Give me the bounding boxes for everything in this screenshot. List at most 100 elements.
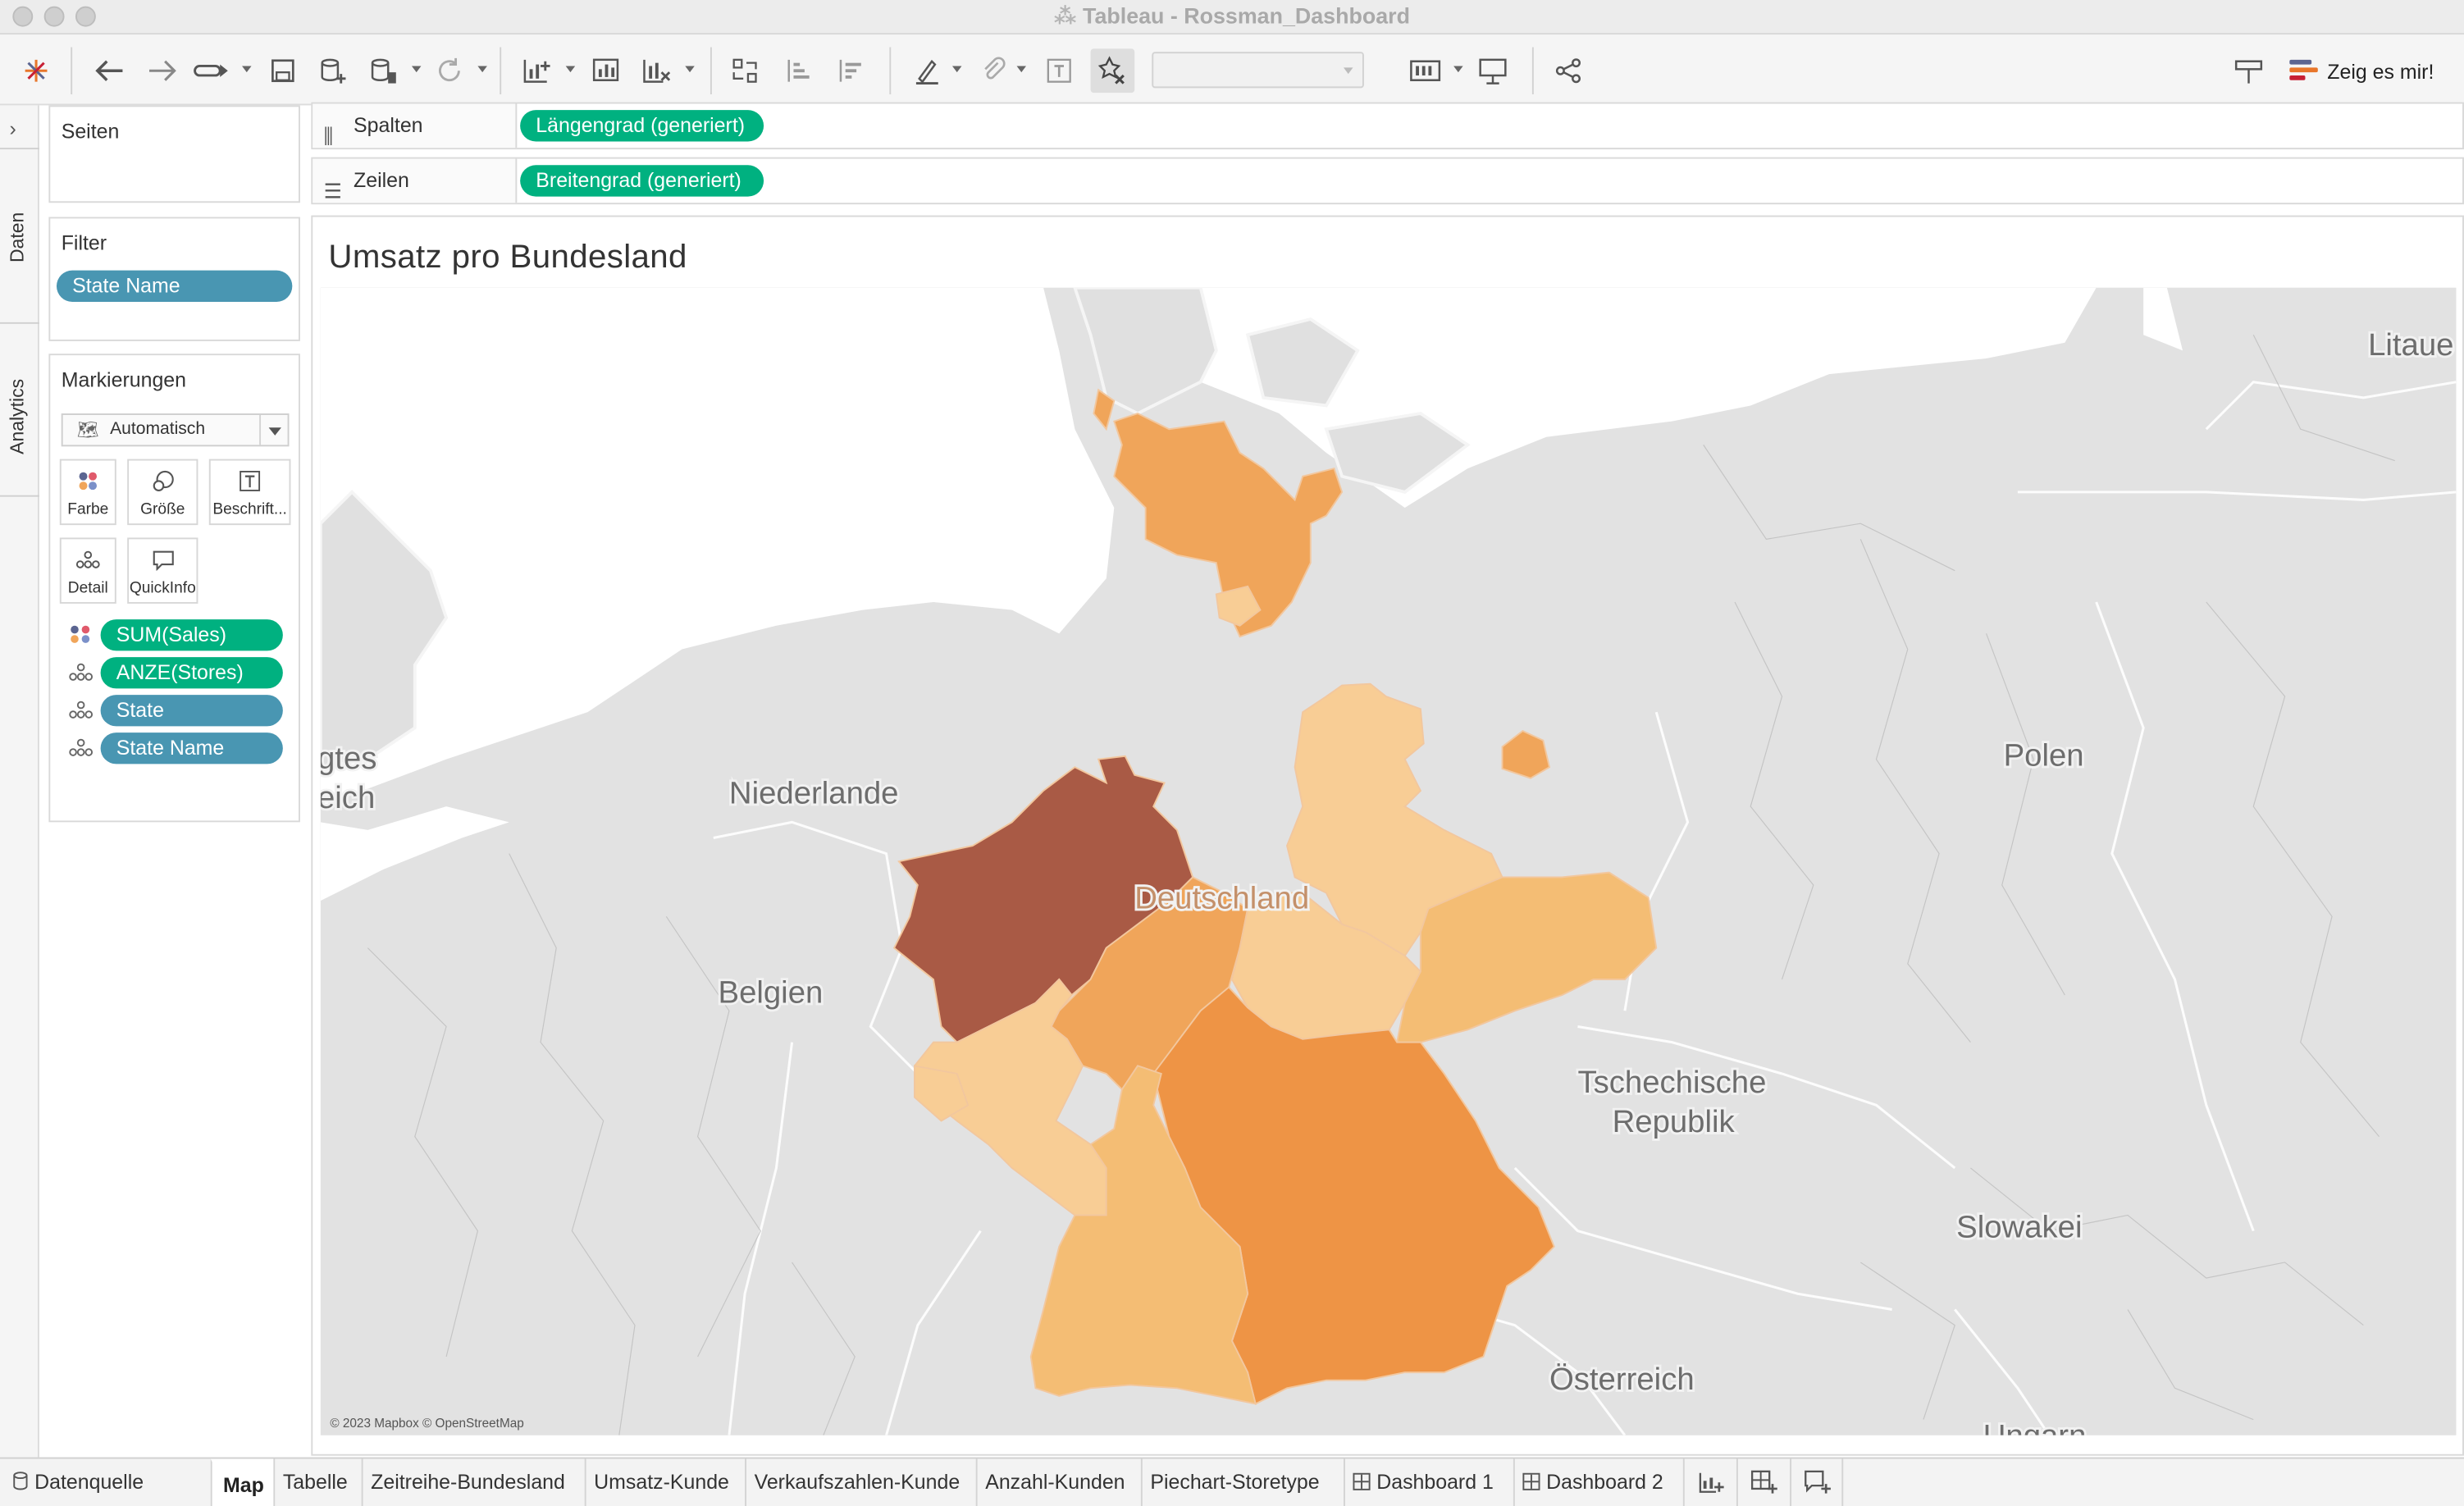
clear-sheet-icon[interactable] [638,52,676,89]
new-datasource-icon[interactable] [314,52,352,89]
map-label-slovakia: Slowakei [1956,1209,2082,1244]
save-icon[interactable] [264,52,302,89]
columns-pill-longitude[interactable]: Längengrad (generiert) [520,110,764,142]
tab-sheet-anzahl-kunden[interactable]: Anzahl-Kunden [975,1458,1133,1506]
map-label-lithuania: Litaue [2368,327,2453,363]
map-label-netherlands: Niederlande [729,775,899,810]
side-tab-strip: › Daten Analytics [0,105,39,1458]
pin-icon[interactable] [2230,52,2268,89]
filter-card-title: Filter [61,230,107,255]
map-attribution[interactable]: © 2023 Mapbox © OpenStreetMap [330,1417,523,1431]
undo-icon[interactable] [91,52,129,89]
color-icon [62,470,115,492]
window-title: ⁂ Tableau - Rossman_Dashboard [1053,2,1411,29]
text-label-icon [211,470,290,492]
marks-card: Markierungen 🗺 Automatisch Farbe Größe B… [48,354,300,823]
columns-shelf-label: ⫼ Spalten [313,103,518,148]
presentation-icon[interactable] [1474,52,1512,89]
detail-encoding-icon [69,738,94,758]
tooltip-icon [129,549,196,571]
refresh-icon[interactable] [431,52,468,89]
pages-card-title: Seiten [61,119,120,144]
detail-encoding-icon [69,701,94,720]
marks-field-sum-sales[interactable]: SUM(Sales) [100,619,283,651]
map-label-germany: Deutschland [1134,881,1309,916]
group-icon[interactable] [974,52,1012,89]
fit-icon[interactable] [1408,52,1446,89]
detail-mark-button[interactable]: Detail [59,537,116,604]
sort-descending-icon[interactable] [833,52,870,89]
fit-dropdown[interactable] [1152,52,1364,89]
map-label-austria: Österreich [1549,1362,1695,1397]
tableau-logo-icon[interactable] [17,52,55,89]
map-view[interactable]: gtes eich Niederlande Belgien Deutschlan… [320,287,2457,1435]
tab-sheet-zeitreihe-bundesland[interactable]: Zeitreihe-Bundesland [361,1458,573,1506]
sort-ascending-icon[interactable] [781,52,819,89]
map-canvas[interactable]: gtes eich Niederlande Belgien Deutschlan… [320,287,2457,1435]
show-me-button[interactable]: Zeig es mir! [2289,53,2434,88]
label-mark-button[interactable]: Beschrift... [208,459,291,526]
duplicate-sheet-icon[interactable] [588,52,626,89]
map-mark-icon: 🗺 [76,421,99,440]
marks-field-count-stores[interactable]: ANZE(Stores) [100,657,283,689]
share-icon[interactable] [1549,52,1587,89]
size-icon [129,470,196,492]
main-toolbar: Zeig es mir! [0,34,2464,106]
tab-dashboard-2[interactable]: Dashboard 2 [1513,1458,1671,1506]
marks-field-state-name[interactable]: State Name [100,732,283,764]
swap-icon[interactable] [728,52,765,89]
tab-datasource[interactable]: Datenquelle [0,1459,152,1506]
tab-sheet-piechart-storetype[interactable]: Piechart-Storetype [1140,1458,1327,1506]
rows-pill-latitude[interactable]: Breitengrad (generiert) [520,165,764,197]
filter-pill-state-name[interactable]: State Name [56,270,293,302]
redo-icon[interactable] [143,52,180,89]
datasource-icon [13,1472,28,1490]
map-label-czech-1: Tschechische [1577,1065,1766,1100]
pages-card: Seiten [48,105,300,203]
map-label-uk-2: eich [321,780,375,815]
tab-sheet-umsatz-kunde[interactable]: Umsatz-Kunde [584,1458,737,1506]
viz-title: Umsatz pro Bundesland [328,239,687,276]
color-mark-button[interactable]: Farbe [59,459,116,526]
detail-encoding-icon [69,663,94,682]
marks-card-title: Markierungen [61,367,187,392]
mark-type-dropdown[interactable]: 🗺 Automatisch [61,413,290,447]
new-dashboard-icon [1750,1470,1777,1494]
rows-icon: ☰ [323,179,342,203]
new-story-icon [1805,1470,1831,1494]
filter-card: Filter State Name [48,217,300,341]
map-label-uk-1: gtes [321,741,377,776]
color-encoding-icon [69,625,94,645]
expand-chevron-icon[interactable]: › [9,116,16,140]
rows-shelf-label: ☰ Zeilen [313,158,518,203]
columns-icon: ⫼ [323,124,334,148]
replay-icon[interactable] [194,52,231,89]
pause-updates-icon[interactable] [364,52,402,89]
new-worksheet-tab-button[interactable] [1682,1458,1736,1506]
new-story-tab-button[interactable] [1790,1458,1844,1506]
sheet-tab-bar: Datenquelle Map Tabelle Zeitreihe-Bundes… [0,1457,2464,1506]
size-mark-button[interactable]: Größe [127,459,198,526]
new-dashboard-tab-button[interactable] [1736,1458,1790,1506]
show-me-icon [2289,59,2318,82]
dashboard-icon [1522,1472,1540,1490]
dashboard-icon [1353,1472,1371,1490]
tab-dashboard-1[interactable]: Dashboard 1 [1344,1458,1501,1506]
fix-axes-icon[interactable] [1090,48,1135,94]
map-label-czech-2: Republik [1613,1104,1736,1139]
tab-sheet-map[interactable]: Map [210,1458,276,1506]
tab-sheet-tabelle[interactable]: Tabelle [273,1458,355,1506]
tab-sheet-verkaufszahlen-kunde[interactable]: Verkaufszahlen-Kunde [745,1458,968,1506]
chevron-down-icon [259,414,287,445]
map-label-poland: Polen [2004,737,2084,773]
show-labels-icon[interactable] [1040,52,1078,89]
columns-shelf: ⫼ Spalten Längengrad (generiert) [311,102,2464,150]
new-worksheet-icon [1699,1472,1724,1493]
tooltip-mark-button[interactable]: QuickInfo [127,537,198,604]
window-titlebar: ⁂ Tableau - Rossman_Dashboard [0,0,2464,35]
rows-shelf: ☰ Zeilen Breitengrad (generiert) [311,157,2464,205]
new-worksheet-icon[interactable] [518,52,556,89]
highlight-icon[interactable] [908,52,946,89]
worksheet-view: Umsatz pro Bundesland gtes eich Niederla… [311,215,2464,1456]
marks-field-state[interactable]: State [100,695,283,727]
